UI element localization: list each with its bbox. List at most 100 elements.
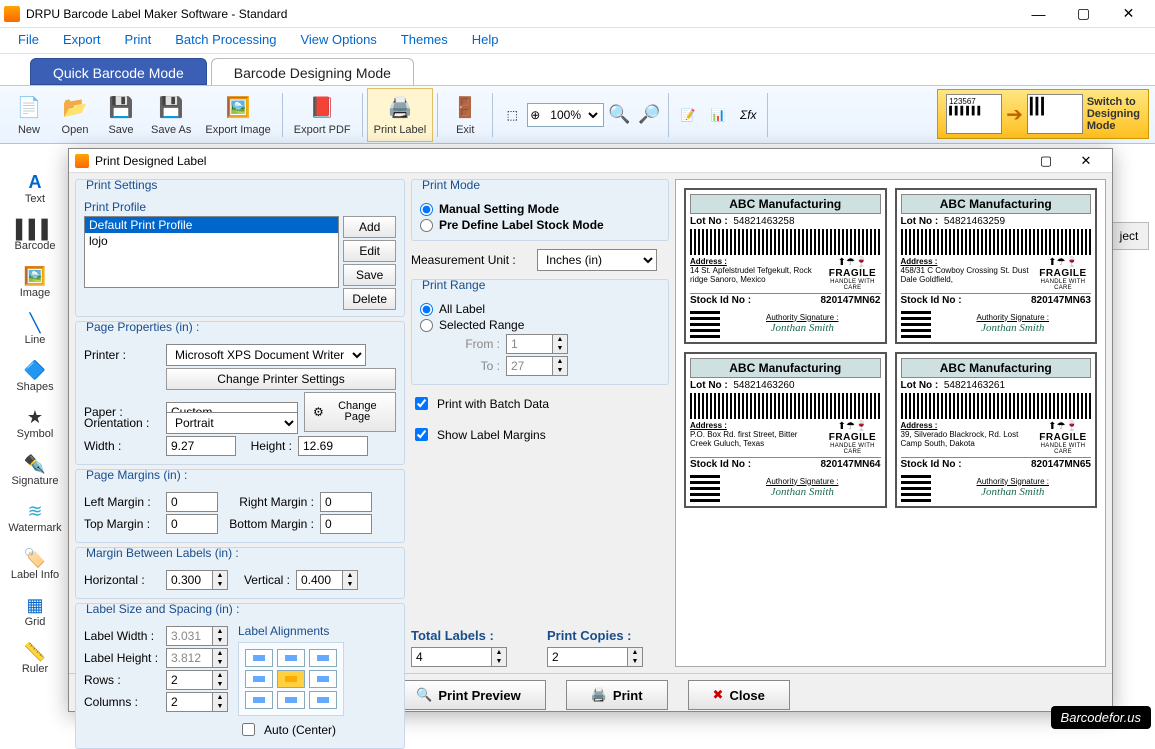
btn-print-preview[interactable]: 🔍Print Preview [391, 680, 546, 710]
dialog-close[interactable]: ✕ [1066, 150, 1106, 172]
label-card: ABC Manufacturing Lot No : 54821463261 A… [895, 352, 1098, 508]
label-align-title: Label Alignments [238, 624, 344, 638]
tb-export-image[interactable]: 🖼️Export Image [198, 88, 277, 142]
align-tc[interactable] [277, 649, 305, 667]
tool-line[interactable]: ╲Line [6, 306, 64, 353]
tool-labelinfo[interactable]: 🏷️Label Info [6, 541, 64, 588]
radio-sel-range[interactable] [420, 319, 433, 332]
align-bl[interactable] [245, 691, 273, 709]
labelh-spin[interactable]: ▲▼ [166, 648, 228, 668]
tb-new[interactable]: 📄New [6, 88, 52, 142]
orientation-select[interactable]: Portrait [166, 412, 298, 434]
tb-open[interactable]: 📂Open [52, 88, 98, 142]
zoom-control[interactable]: ⊕100% [527, 103, 604, 127]
btn-delete[interactable]: Delete [343, 288, 396, 310]
left-margin[interactable] [166, 492, 218, 512]
minimize-button[interactable]: — [1016, 0, 1061, 28]
margin-between-group: Margin Between Labels (in) : Horizontal … [75, 547, 405, 599]
align-grid [238, 642, 344, 716]
cb-batch[interactable] [415, 397, 428, 410]
change-printer-btn[interactable]: Change Printer Settings [166, 368, 396, 390]
menu-batch[interactable]: Batch Processing [163, 28, 288, 53]
zoom-in-icon[interactable]: 🔍 [604, 100, 634, 130]
align-ml[interactable] [245, 670, 273, 688]
align-mc[interactable] [277, 670, 305, 688]
tb-save[interactable]: 💾Save [98, 88, 144, 142]
btn-print[interactable]: 🖨️Print [566, 680, 668, 710]
profile-item-lojo[interactable]: lojo [85, 233, 338, 249]
horiz-spin[interactable]: ▲▼ [166, 570, 228, 590]
menu-file[interactable]: File [6, 28, 51, 53]
tool-watermark[interactable]: ≋Watermark [6, 494, 64, 541]
menu-help[interactable]: Help [460, 28, 511, 53]
zoom-out-icon[interactable]: 🔎 [634, 100, 664, 130]
tb-print-label[interactable]: 🖨️Print Label [367, 88, 434, 142]
main-toolbar: 📄New 📂Open 💾Save 💾Save As 🖼️Export Image… [0, 86, 1155, 144]
align-tr[interactable] [309, 649, 337, 667]
unit-select[interactable]: Inches (in) [537, 249, 657, 271]
edit-icon[interactable]: 📝 [673, 100, 703, 130]
height-input[interactable] [298, 436, 368, 456]
cb-margins[interactable] [415, 428, 428, 441]
btn-add[interactable]: Add [343, 216, 396, 238]
tool-image[interactable]: 🖼️Image [6, 259, 64, 306]
profile-list[interactable]: Default Print Profile lojo [84, 216, 339, 288]
radio-all-label[interactable] [420, 303, 433, 316]
btn-close[interactable]: ✖Close [688, 680, 790, 710]
right-tab-partial[interactable]: ject [1109, 222, 1149, 250]
dialog-maximize[interactable]: ▢ [1026, 150, 1066, 172]
tool-text[interactable]: AText [6, 165, 64, 212]
zoom-select[interactable]: 100% [542, 105, 601, 125]
align-mr[interactable] [309, 670, 337, 688]
to-spin[interactable]: ▲▼ [506, 356, 568, 376]
labelw-spin[interactable]: ▲▼ [166, 626, 228, 646]
tab-design-mode[interactable]: Barcode Designing Mode [211, 58, 414, 85]
labelinfo-icon: 🏷️ [22, 547, 48, 569]
printer-select[interactable]: Microsoft XPS Document Writer [166, 344, 366, 366]
menu-themes[interactable]: Themes [389, 28, 460, 53]
cols-spin[interactable]: ▲▼ [166, 692, 228, 712]
tb-export-pdf[interactable]: 📕Export PDF [287, 88, 358, 142]
app-title: DRPU Barcode Label Maker Software - Stan… [26, 7, 1016, 21]
fit-icon[interactable]: ⬚ [497, 100, 527, 130]
arrow-icon: ➔ [1006, 102, 1023, 127]
tb-exit[interactable]: 🚪Exit [442, 88, 488, 142]
close-button[interactable]: ✕ [1106, 0, 1151, 28]
btn-save[interactable]: Save [343, 264, 396, 286]
total-labels-spin[interactable]: ▲▼ [411, 647, 507, 667]
btn-edit[interactable]: Edit [343, 240, 396, 262]
watermark-icon: ≋ [22, 500, 48, 522]
saveas-icon: 💾 [157, 94, 185, 122]
print-copies-spin[interactable]: ▲▼ [547, 647, 643, 667]
rows-spin[interactable]: ▲▼ [166, 670, 228, 690]
radio-manual[interactable] [420, 203, 433, 216]
from-spin[interactable]: ▲▼ [506, 334, 568, 354]
auto-center-cb[interactable] [242, 723, 255, 736]
tool-symbol[interactable]: ★Symbol [6, 400, 64, 447]
tb-saveas[interactable]: 💾Save As [144, 88, 198, 142]
formula-icon[interactable]: Σfx [733, 100, 763, 130]
align-br[interactable] [309, 691, 337, 709]
width-input[interactable] [166, 436, 236, 456]
tool-signature[interactable]: ✒️Signature [6, 447, 64, 494]
maximize-button[interactable]: ▢ [1061, 0, 1106, 28]
align-tl[interactable] [245, 649, 273, 667]
menu-view[interactable]: View Options [288, 28, 388, 53]
vert-spin[interactable]: ▲▼ [296, 570, 358, 590]
tool-grid[interactable]: ▦Grid [6, 588, 64, 635]
menu-print[interactable]: Print [113, 28, 164, 53]
switch-mode-panel[interactable]: 123567▌▌▌▌▌▌ ➔ ▌▌▌▌▌▌ Switch toDesigning… [937, 89, 1149, 139]
change-page-btn[interactable]: ⚙Change Page [304, 392, 396, 432]
excel-icon[interactable]: 📊 [703, 100, 733, 130]
tab-quick-mode[interactable]: Quick Barcode Mode [30, 58, 207, 85]
tool-barcode[interactable]: ▌▌▌Barcode [6, 212, 64, 259]
tool-ruler[interactable]: 📏Ruler [6, 635, 64, 682]
tool-shapes[interactable]: 🔷Shapes [6, 353, 64, 400]
top-margin[interactable] [166, 514, 218, 534]
align-bc[interactable] [277, 691, 305, 709]
radio-predefine[interactable] [420, 219, 433, 232]
menu-export[interactable]: Export [51, 28, 113, 53]
right-margin[interactable] [320, 492, 372, 512]
profile-item-default[interactable]: Default Print Profile [85, 217, 338, 233]
bottom-margin[interactable] [320, 514, 372, 534]
